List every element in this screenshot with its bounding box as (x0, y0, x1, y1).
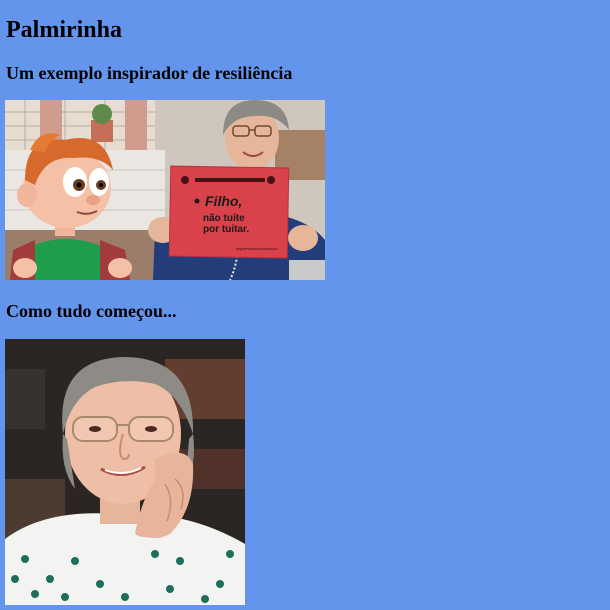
palmirinha-portrait-illustration (5, 339, 245, 605)
palmirinha-portrait-photo (5, 339, 245, 605)
sign-line3: por tuitar. (203, 224, 249, 235)
section-title: Como tudo começou... (6, 301, 177, 321)
sign-line1: Filho, (205, 193, 242, 209)
palmirinha-tv-illustration: Filho, não tuíte por tuitar. #aprenderco… (5, 100, 325, 280)
page: Palmirinha Um exemplo inspirador de resi… (0, 0, 610, 610)
sign-line2: não tuíte (203, 213, 245, 224)
red-sign: Filho, não tuíte por tuitar. #aprenderco… (168, 165, 290, 259)
palmirinha-tv-photo: Filho, não tuíte por tuitar. #aprenderco… (5, 100, 325, 280)
page-title: Palmirinha (6, 17, 123, 43)
page-subtitle: Um exemplo inspirador de resiliência (6, 63, 293, 83)
sign-small-text: #aprendercomconoscoi (236, 246, 278, 251)
